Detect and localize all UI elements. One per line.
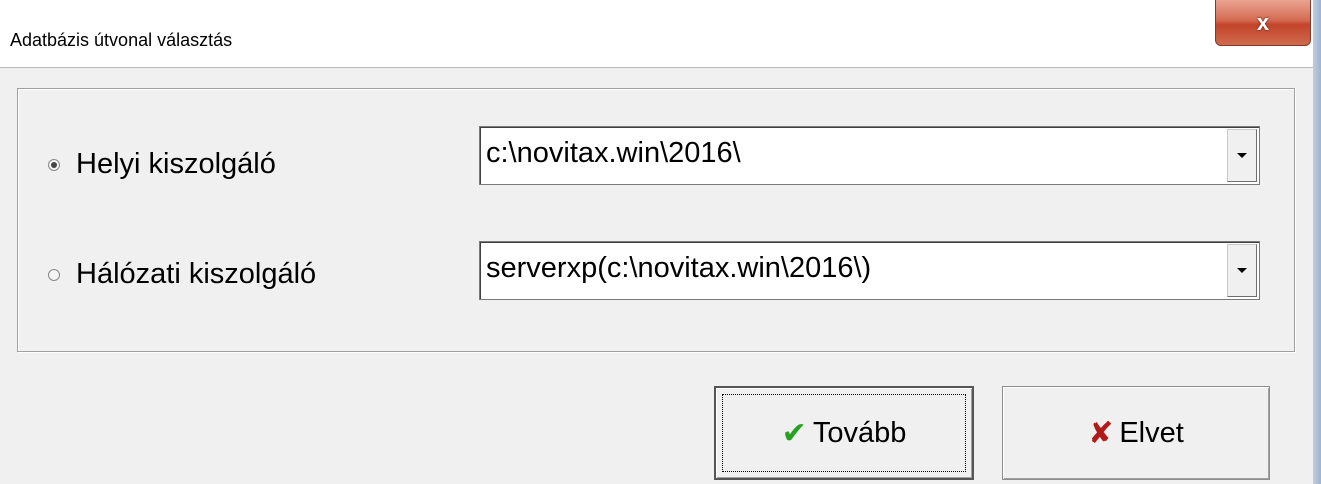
chevron-down-icon xyxy=(1237,268,1247,273)
network-path-dropdown-button[interactable] xyxy=(1227,244,1257,297)
close-button[interactable]: x xyxy=(1215,0,1311,46)
close-icon: x xyxy=(1256,9,1270,35)
continue-button[interactable]: ✔ Tovább xyxy=(714,386,974,480)
window-title: Adatbázis útvonal választás xyxy=(10,30,233,50)
discard-button[interactable]: ✘ Elvet xyxy=(1002,386,1270,480)
radio-network-label[interactable]: Hálózati kiszolgáló xyxy=(76,258,316,291)
local-path-dropdown-button[interactable] xyxy=(1227,129,1257,182)
radio-local-label[interactable]: Helyi kiszolgáló xyxy=(76,148,276,181)
cross-icon: ✘ xyxy=(1088,416,1114,450)
radio-network-indicator[interactable] xyxy=(48,268,60,281)
focus-rectangle xyxy=(722,394,966,472)
local-path-combo[interactable]: c:\novitax.win\2016\ xyxy=(479,126,1260,185)
radio-local-server[interactable]: Helyi kiszolgáló xyxy=(48,148,276,181)
discard-button-label: Elvet xyxy=(1119,416,1184,449)
chevron-down-icon xyxy=(1237,153,1247,158)
dialog-body: Helyi kiszolgáló c:\novitax.win\2016\ Há… xyxy=(0,68,1313,484)
title-bar: Adatbázis útvonal választás xyxy=(0,0,1321,68)
local-path-value[interactable]: c:\novitax.win\2016\ xyxy=(486,137,741,170)
radio-local-indicator[interactable] xyxy=(48,158,60,171)
network-path-value[interactable]: serverxp(c:\novitax.win\2016\) xyxy=(486,252,871,285)
network-path-combo[interactable]: serverxp(c:\novitax.win\2016\) xyxy=(479,241,1260,300)
dialog-window: Adatbázis útvonal választás x Helyi kisz… xyxy=(0,0,1321,484)
radio-network-server[interactable]: Hálózati kiszolgáló xyxy=(48,258,316,291)
window-border xyxy=(1313,0,1321,484)
